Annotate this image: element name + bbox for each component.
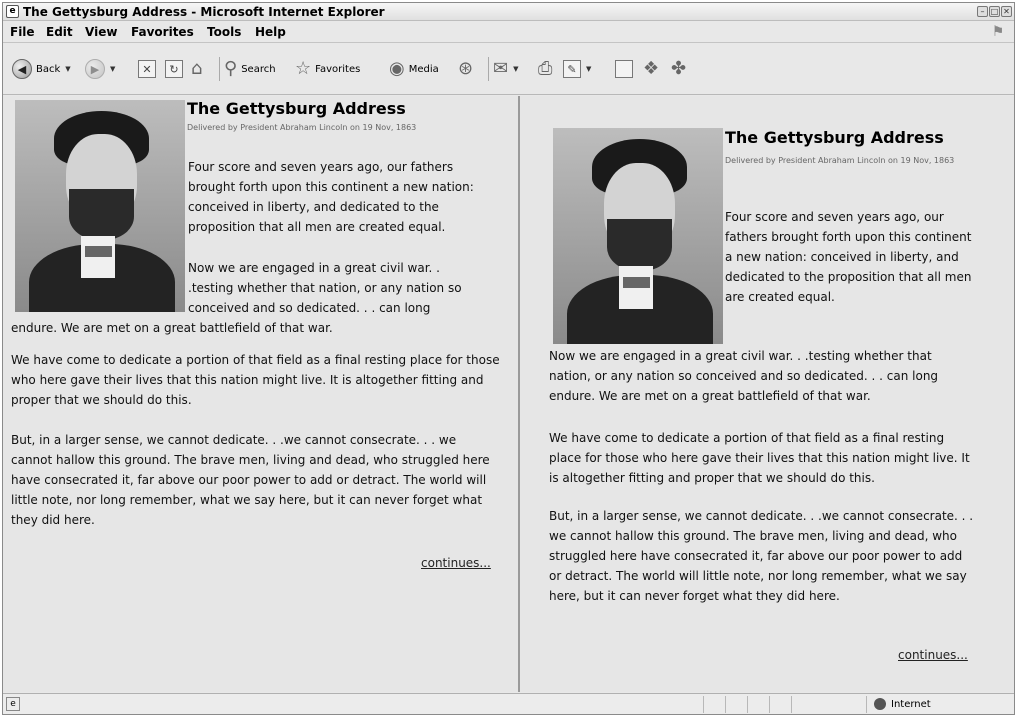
forward-arrow-icon: ▶ <box>85 59 105 79</box>
back-button[interactable]: ◀ Back ▼ <box>12 58 71 80</box>
printer-icon: ⎙ <box>538 58 553 79</box>
search-label: Search <box>241 63 276 75</box>
close-button[interactable]: ✕ <box>1001 6 1012 17</box>
refresh-button[interactable]: ↻ <box>165 58 183 80</box>
toolbar-separator <box>219 57 220 81</box>
star-icon: ☆ <box>295 58 312 79</box>
favorites-button[interactable]: ☆ Favorites <box>295 58 360 80</box>
edit-icon: ✎ <box>563 60 581 78</box>
mail-icon: ✉ <box>493 58 509 79</box>
minimize-button[interactable]: – <box>977 6 988 17</box>
browser-window: e The Gettysburg Address - Microsoft Int… <box>2 2 1015 715</box>
back-arrow-icon: ◀ <box>12 59 32 79</box>
zone-label: Internet <box>891 699 931 710</box>
magnifier-icon: ⚲ <box>224 58 238 79</box>
back-label: Back <box>36 63 61 75</box>
print-button[interactable]: ⎙ <box>538 58 552 80</box>
menu-help[interactable]: Help <box>255 25 286 39</box>
history-button[interactable]: ⊛ <box>458 58 473 80</box>
messenger-button[interactable]: ❖ <box>643 58 659 80</box>
page-title-left: The Gettysburg Address <box>187 99 406 118</box>
home-icon: ⌂ <box>191 58 203 79</box>
edit-button[interactable]: ✎ ▼ <box>563 58 591 80</box>
home-button[interactable]: ⌂ <box>191 58 202 80</box>
status-segment <box>866 696 867 713</box>
status-segment <box>747 696 748 713</box>
favorites-label: Favorites <box>315 63 361 75</box>
title-bar: e The Gettysburg Address - Microsoft Int… <box>3 3 1014 21</box>
menu-edit[interactable]: Edit <box>46 25 73 39</box>
page-status-icon: e <box>6 697 20 711</box>
paragraph-2-right: Now we are engaged in a great civil war.… <box>549 349 939 403</box>
continues-link-right[interactable]: continues... <box>898 647 968 663</box>
page-content: The Gettysburg Address Delivered by Pres… <box>3 96 1014 692</box>
discuss-button[interactable] <box>615 58 633 80</box>
page-title-right: The Gettysburg Address <box>725 128 944 147</box>
menu-tools[interactable]: Tools <box>207 25 241 39</box>
chevron-down-icon[interactable]: ▼ <box>586 65 591 73</box>
globe-icon <box>874 698 886 710</box>
paragraph-1-left: Four score and seven years ago, our fath… <box>188 160 474 234</box>
chevron-down-icon[interactable]: ▼ <box>513 65 518 73</box>
status-segment <box>725 696 726 713</box>
menu-favorites[interactable]: Favorites <box>131 25 194 39</box>
paragraph-2-end-left: endure. We are met on a great battlefiel… <box>11 321 333 335</box>
status-segment <box>791 696 792 713</box>
media-button[interactable]: ◉ Media <box>389 58 439 80</box>
toolbar-separator <box>488 57 489 81</box>
chevron-down-icon[interactable]: ▼ <box>110 65 115 73</box>
messenger-icon: ❖ <box>643 58 660 79</box>
research-icon: ✤ <box>671 58 687 79</box>
menu-view[interactable]: View <box>85 25 117 39</box>
subtitle-right: Delivered by President Abraham Lincoln o… <box>725 156 955 165</box>
paragraph-3-right: We have come to dedicate a portion of th… <box>549 431 970 485</box>
continues-link-left[interactable]: continues... <box>421 555 491 571</box>
stop-button[interactable]: ✕ <box>138 58 156 80</box>
subtitle-left: Delivered by President Abraham Lincoln o… <box>187 123 417 132</box>
frame-divider[interactable] <box>518 96 520 692</box>
status-segment <box>769 696 770 713</box>
media-icon: ◉ <box>389 58 405 79</box>
refresh-icon: ↻ <box>165 60 183 78</box>
stop-icon: ✕ <box>138 60 156 78</box>
mail-button[interactable]: ✉ ▼ <box>493 58 518 80</box>
lincoln-portrait-left <box>15 100 185 312</box>
paragraph-4-right: But, in a larger sense, we cannot dedica… <box>549 509 974 603</box>
forward-button[interactable]: ▶ ▼ <box>85 58 115 80</box>
paragraph-1-right: Four score and seven years ago, our fath… <box>725 210 972 304</box>
paragraph-2-left: Now we are engaged in a great civil war.… <box>188 261 462 315</box>
menu-file[interactable]: File <box>10 25 35 39</box>
search-button[interactable]: ⚲ Search <box>224 58 276 80</box>
menu-bar: File Edit View Favorites Tools Help ⚑ <box>3 22 1014 43</box>
ie-page-icon: e <box>6 5 19 18</box>
media-label: Media <box>408 63 439 75</box>
status-segment <box>703 696 704 713</box>
lincoln-portrait-right <box>553 128 723 344</box>
windows-flag-icon: ⚑ <box>991 24 1005 40</box>
history-icon: ⊛ <box>458 58 474 79</box>
window-title: The Gettysburg Address - Microsoft Inter… <box>23 5 385 19</box>
maximize-button[interactable]: □ <box>989 6 1000 17</box>
toolbar: ◀ Back ▼ ▶ ▼ ✕ ↻ ⌂ ⚲ Search ☆ Favorites … <box>3 44 1014 95</box>
chevron-down-icon[interactable]: ▼ <box>65 65 70 73</box>
paragraph-3-left: We have come to dedicate a portion of th… <box>11 353 500 407</box>
status-bar: e Internet <box>3 693 1014 714</box>
research-button[interactable]: ✤ <box>671 58 686 80</box>
discuss-icon <box>615 60 633 78</box>
paragraph-4-left: But, in a larger sense, we cannot dedica… <box>11 433 490 527</box>
